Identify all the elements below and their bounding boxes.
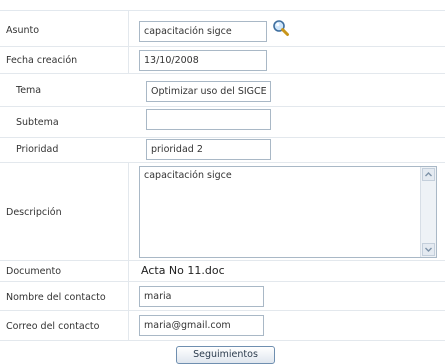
documento-label: Documento (6, 266, 62, 277)
subtema-label: Subtema (16, 117, 59, 128)
fecha-field[interactable]: 13/10/2008 (139, 50, 267, 71)
row-prioridad: Prioridad prioridad 2 (0, 138, 445, 163)
scroll-down-arrow-icon[interactable] (422, 243, 435, 256)
scroll-up-arrow-icon[interactable] (422, 168, 435, 181)
row-tema: Tema Optimizar uso del SIGCE (0, 74, 445, 107)
documento-link[interactable]: Acta No 11.doc (141, 264, 225, 277)
contacto-field[interactable]: maria (139, 286, 264, 307)
textarea-scrollbar[interactable] (420, 167, 436, 257)
tema-field[interactable]: Optimizar uso del SIGCE (146, 81, 271, 102)
contacto-label: Nombre del contacto (6, 292, 106, 303)
correo-label: Correo del contacto (6, 321, 100, 332)
descripcion-textarea[interactable]: capacitación sigce (139, 166, 437, 258)
row-correo: Correo del contacto maria@gmail.com (0, 311, 445, 341)
column-separator (128, 163, 129, 260)
column-separator (128, 261, 129, 281)
seguimientos-button[interactable]: Seguimientos (176, 346, 275, 364)
correo-field[interactable]: maria@gmail.com (139, 315, 264, 336)
tema-label: Tema (16, 85, 42, 96)
prioridad-field[interactable]: prioridad 2 (146, 139, 271, 160)
column-separator (128, 311, 129, 340)
prioridad-label: Prioridad (16, 144, 59, 155)
fecha-label: Fecha creación (6, 55, 78, 66)
magnifier-icon[interactable] (272, 19, 290, 37)
asunto-label: Asunto (6, 25, 40, 36)
row-documento: Documento Acta No 11.doc (0, 261, 445, 282)
asunto-field[interactable]: capacitación sigce (139, 21, 267, 42)
row-contacto: Nombre del contacto maria (0, 282, 445, 311)
row-asunto: Asunto capacitación sigce (0, 11, 445, 47)
column-separator (128, 47, 129, 73)
descripcion-text: capacitación sigce (144, 170, 232, 181)
row-descripcion: Descripción capacitación sigce (0, 163, 445, 261)
subtema-field[interactable] (146, 109, 271, 130)
column-separator (128, 11, 129, 46)
row-fecha: Fecha creación 13/10/2008 (0, 47, 445, 74)
column-separator (128, 282, 129, 310)
descripcion-label: Descripción (6, 207, 62, 218)
row-subtema: Subtema (0, 107, 445, 138)
